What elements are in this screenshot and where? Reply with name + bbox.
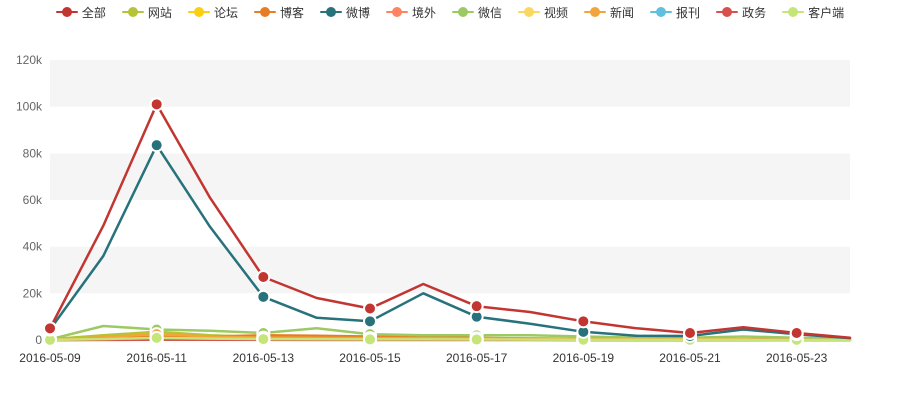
data-point[interactable]: [43, 321, 57, 336]
x-tick-label: 2016-05-15: [339, 351, 401, 365]
data-point[interactable]: [683, 326, 697, 340]
data-point[interactable]: [363, 314, 377, 329]
y-tick-label: 20k: [23, 286, 43, 300]
grid-band: [50, 246, 850, 294]
data-point[interactable]: [256, 289, 271, 304]
y-tick-label: 80k: [23, 146, 43, 160]
data-point[interactable]: [256, 332, 271, 347]
y-tick-label: 60k: [23, 193, 43, 207]
data-point[interactable]: [576, 314, 591, 329]
grid-band: [50, 153, 850, 200]
x-tick-label: 2016-05-17: [446, 351, 508, 365]
data-point[interactable]: [256, 270, 271, 284]
y-tick-label: 120k: [16, 53, 43, 67]
x-tick-label: 2016-05-19: [553, 351, 615, 365]
y-tick-label: 0: [35, 333, 42, 347]
x-tick-label: 2016-05-11: [126, 351, 187, 365]
data-point[interactable]: [363, 301, 377, 316]
data-point[interactable]: [149, 330, 164, 345]
data-point[interactable]: [469, 299, 484, 314]
data-point[interactable]: [469, 332, 484, 347]
y-tick-label: 100k: [16, 100, 43, 114]
x-tick-label: 2016-05-23: [766, 351, 828, 365]
y-tick-label: 40k: [23, 240, 43, 254]
line-chart: 0 20k 40k 60k 80k 100k 120k 2016-05-09 2016-05-…: [16, 53, 852, 365]
grid-band: [50, 60, 850, 107]
x-tick-label: 2016-05-09: [19, 351, 81, 365]
x-tick-label: 2016-05-13: [233, 351, 295, 365]
chart-container: 全部 网站 论坛 博客 微博 境外 微信 视频 新闻 报刊 政务 客户端 0 20k 40k 60k 80k 1…: [0, 0, 900, 400]
data-point[interactable]: [789, 326, 804, 340]
data-point[interactable]: [363, 332, 377, 347]
x-tick-label: 2016-05-21: [659, 351, 721, 365]
data-point[interactable]: [149, 97, 164, 112]
grid-band: [50, 200, 850, 247]
data-point[interactable]: [149, 138, 164, 153]
